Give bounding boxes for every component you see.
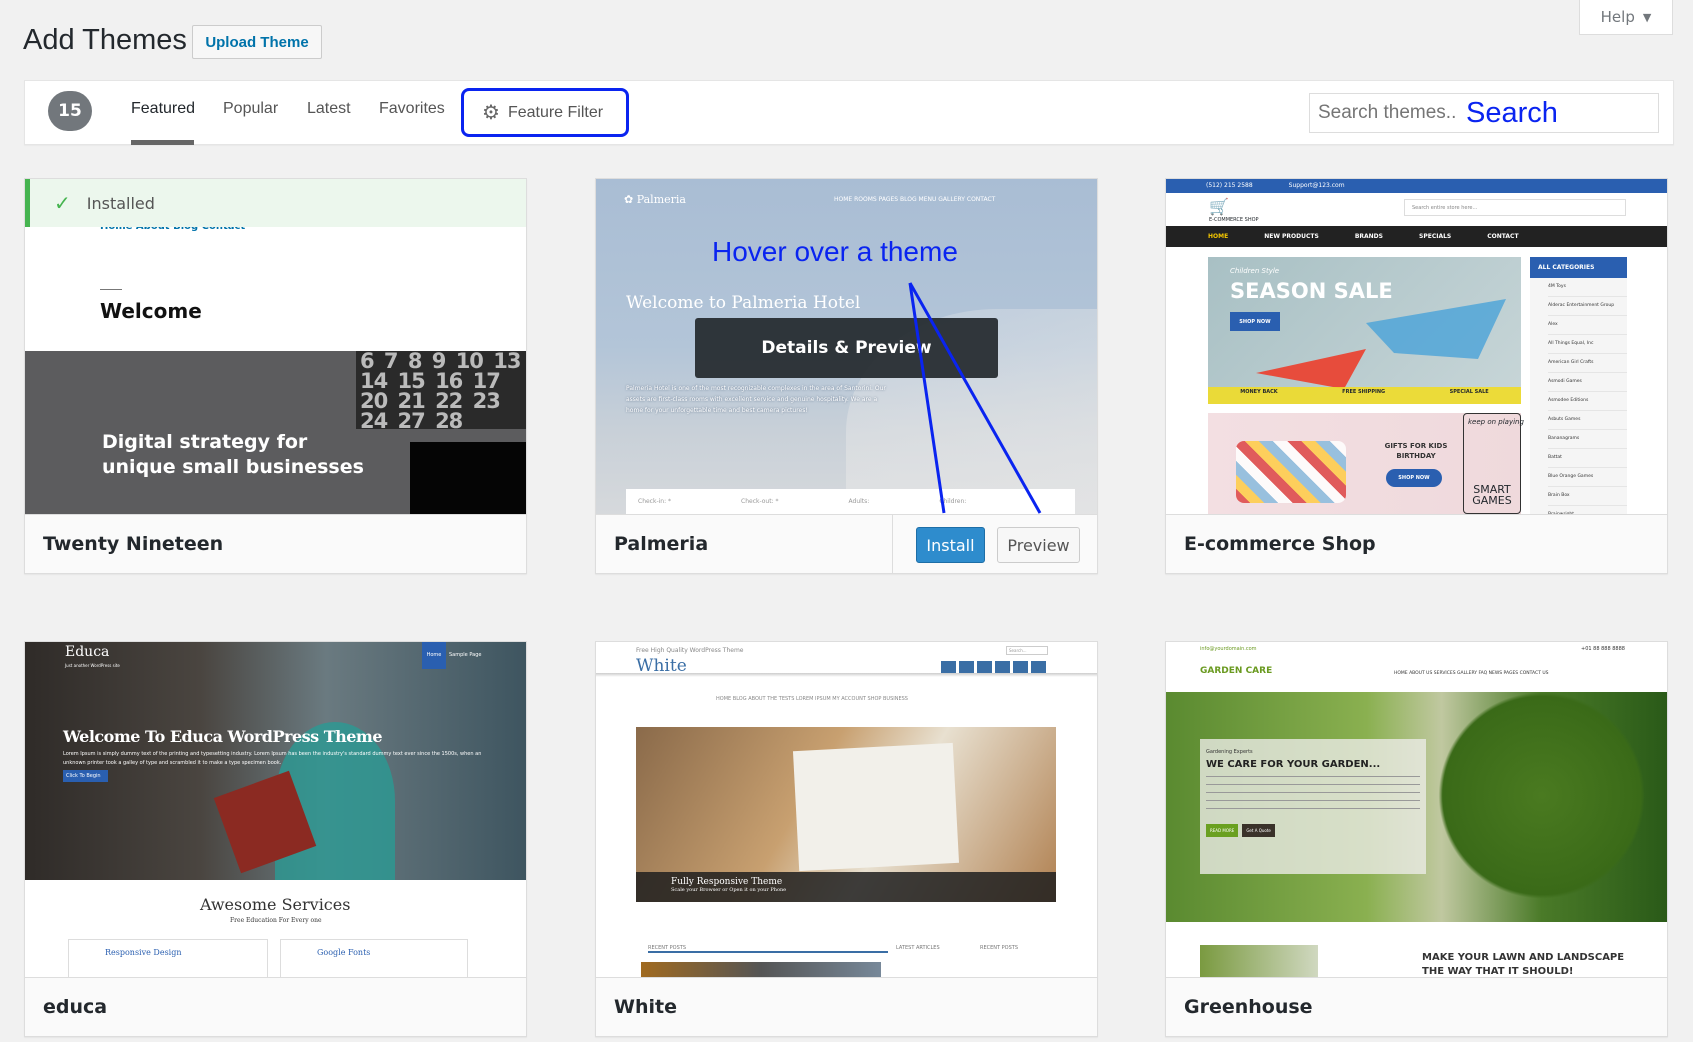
preview-nav: HOME NEW PRODUCTS BRANDS SPECIALS CONTACT <box>1166 226 1667 247</box>
theme-card-educa[interactable]: Educa Just another WordPress site Home S… <box>24 641 527 1037</box>
theme-name: Twenty Nineteen <box>25 514 526 573</box>
search-annotation: Search <box>1466 96 1558 129</box>
theme-screenshot: Free High Quality WordPress Theme White … <box>596 642 1097 977</box>
cart-icon: 🛒 <box>1209 197 1229 216</box>
preview-category-item: Brainwright <box>1548 506 1627 514</box>
preview-button[interactable]: Preview <box>997 527 1080 563</box>
search-box: Search <box>1309 93 1659 133</box>
preview-booking-form: Check-in: * Check-out: * Adults: Children: <box>626 489 1075 514</box>
active-tab-indicator <box>131 140 194 145</box>
theme-screenshot: ✿ Palmeria HOME ROOMS PAGES BLOG MENU GA… <box>596 179 1097 514</box>
feature-filter-label: Feature Filter <box>507 103 604 121</box>
install-button[interactable]: Install <box>916 527 985 563</box>
preview-logo: GARDEN CARE <box>1200 666 1273 676</box>
theme-card-palmeria[interactable]: ✿ Palmeria HOME ROOMS PAGES BLOG MENU GA… <box>595 178 1098 574</box>
preview-category-item: 4M Toys <box>1548 278 1627 297</box>
tab-popular[interactable]: Popular <box>223 100 278 118</box>
preview-category-item: American Girl Crafts <box>1548 354 1627 373</box>
preview-category-item: All Things Equal, Inc <box>1548 335 1627 354</box>
theme-screenshot: info@yourdomain.com +01 88 888 8888 GARD… <box>1166 642 1667 977</box>
preview-logo: E-COMMERCE SHOP <box>1209 217 1259 223</box>
theme-count-badge: 15 <box>48 91 92 131</box>
preview-headline: unique small businesses <box>102 456 364 478</box>
preview-sale: SEASON SALE <box>1230 279 1393 303</box>
preview-category-item: Brain Box <box>1548 487 1627 506</box>
gear-icon: ⚙ <box>482 102 500 124</box>
tab-latest[interactable]: Latest <box>307 100 351 118</box>
theme-name: educa <box>25 977 526 1036</box>
search-input[interactable] <box>1318 102 1458 124</box>
preview-welcome: Welcome to Palmeria Hotel <box>626 293 861 313</box>
installed-notice: ✓ Installed <box>25 179 526 227</box>
preview-category-item: Asbuts Games <box>1548 411 1627 430</box>
preview-category-item: Asmodee Editions <box>1548 392 1627 411</box>
installed-label: Installed <box>86 193 155 213</box>
preview-category-item: Alex <box>1548 316 1627 335</box>
theme-card-twenty-nineteen[interactable]: ✓Installed Home About Blog Contact Welco… <box>24 178 527 574</box>
preview-welcome: Welcome <box>100 299 202 323</box>
help-tab[interactable]: Help ▼ <box>1579 0 1673 35</box>
theme-screenshot: ✓Installed Home About Blog Contact Welco… <box>25 179 526 514</box>
help-label: Help <box>1600 8 1635 26</box>
preview-slide-caption: Fully Responsive Theme Scale your Browser… <box>636 872 1056 902</box>
caret-down-icon: ▼ <box>1642 10 1652 24</box>
preview-services: Awesome Services <box>200 895 351 914</box>
theme-card-ecommerce-shop[interactable]: (512) 215 2588 Support@123.com 🛒 E-COMMER… <box>1165 178 1668 574</box>
checkmark-icon: ✓ <box>54 191 71 215</box>
details-preview-overlay[interactable]: Details & Preview <box>695 318 998 378</box>
theme-card-greenhouse[interactable]: info@yourdomain.com +01 88 888 8888 GARD… <box>1165 641 1668 1037</box>
preview-category-item: Battat <box>1548 449 1627 468</box>
preview-search: Search entire store here... <box>1404 199 1626 216</box>
hover-annotation: Hover over a theme <box>712 236 958 267</box>
preview-body: Palmeria Hotel is one of the most recogn… <box>626 385 886 414</box>
preview-category-item: Asmodi Games <box>1548 373 1627 392</box>
page-title: Add Themes <box>23 24 187 56</box>
preview-headline: Welcome To Educa WordPress Theme <box>63 727 383 746</box>
preview-logo: ✿ Palmeria <box>624 193 686 206</box>
preview-hero-box: Gardening Experts WE CARE FOR YOUR GARDE… <box>1200 739 1426 874</box>
tab-featured[interactable]: Featured <box>131 100 195 118</box>
tab-favorites[interactable]: Favorites <box>379 100 445 118</box>
theme-name: White <box>596 977 1097 1036</box>
preview-category-item: Alderac Entertainment Group <box>1548 297 1627 316</box>
theme-card-white[interactable]: Free High Quality WordPress Theme White … <box>595 641 1098 1037</box>
preview-nav: HOME ROOMS PAGES BLOG MENU GALLERY CONTA… <box>834 196 996 203</box>
preview-category-item: Blue Orange Games <box>1548 468 1627 487</box>
preview-calendar: 6 7 8 9 10 13 14 15 16 17 20 21 22 23 24… <box>356 351 526 429</box>
preview-headline: Digital strategy for <box>102 431 308 453</box>
theme-name-label: Palmeria <box>614 533 709 555</box>
upload-theme-button[interactable]: Upload Theme <box>192 25 322 59</box>
theme-name: E-commerce Shop <box>1166 514 1667 573</box>
theme-screenshot: Educa Just another WordPress site Home S… <box>25 642 526 977</box>
theme-screenshot: (512) 215 2588 Support@123.com 🛒 E-COMMER… <box>1166 179 1667 514</box>
preview-categories: ALL CATEGORIES 4M Toys Alderac Entertainm… <box>1530 257 1627 514</box>
feature-filter-button[interactable]: ⚙ Feature Filter <box>461 88 629 137</box>
theme-name: Greenhouse <box>1166 977 1667 1036</box>
preview-category-item: Bananagrams <box>1548 430 1627 449</box>
